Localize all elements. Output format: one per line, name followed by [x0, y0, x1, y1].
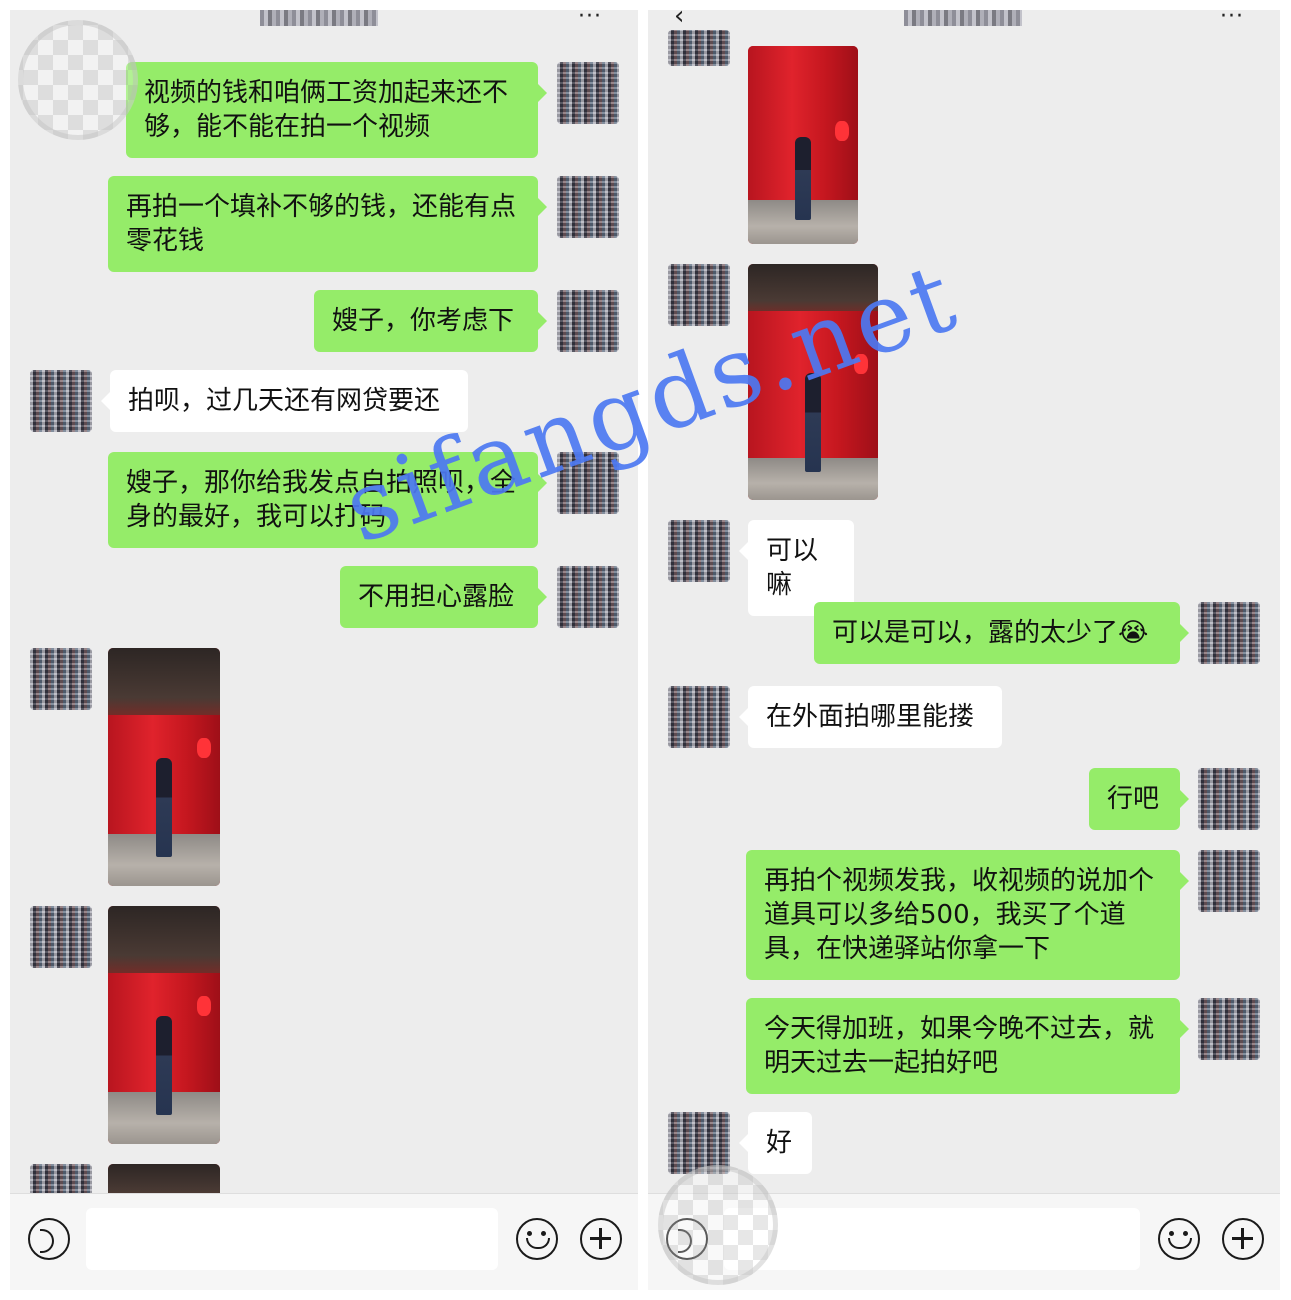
photo-lantern [197, 996, 212, 1017]
message-bubble-sent[interactable]: 不用担心露脸 [340, 566, 547, 628]
avatar[interactable] [557, 176, 619, 238]
avatar[interactable] [557, 452, 619, 514]
message-bubble-sent[interactable]: 再拍个视频发我，收视频的说加个道具可以多给500，我买了个道具，在快递驿站你拿一… [746, 850, 1189, 980]
emoji-icon[interactable] [1158, 1218, 1200, 1260]
avatar[interactable] [1198, 998, 1260, 1060]
avatar[interactable] [1198, 850, 1260, 912]
avatar[interactable] [557, 290, 619, 352]
avatar[interactable] [668, 30, 730, 66]
photo-person [156, 757, 172, 858]
photo-roof [108, 648, 220, 720]
message-bubble-sent[interactable]: 再拍一个填补不够的钱，还能有点零花钱 [108, 176, 547, 272]
message-bubble-received[interactable]: 拍呗，过几天还有网贷要还 [101, 370, 468, 432]
plus-icon[interactable] [580, 1218, 622, 1260]
more-icon[interactable]: ··· [578, 10, 602, 29]
avatar[interactable] [30, 648, 92, 710]
message-bubble-received[interactable]: 在外面拍哪里能搂 [739, 686, 1002, 748]
avatar[interactable] [30, 906, 92, 968]
message-composer [10, 1193, 638, 1290]
photo-roof [108, 906, 220, 978]
right-chat-screenshot: ‹ ··· 可以嘛 可以是可以，露的太少了😭 在外面拍哪里能搂 行吧 再拍个视频… [648, 10, 1280, 1290]
message-bubble-sent[interactable]: 行吧 [1089, 768, 1189, 830]
chat-header: ··· [10, 10, 638, 40]
photo-message[interactable] [748, 264, 878, 500]
voice-icon[interactable] [28, 1218, 70, 1260]
photo-person [795, 137, 811, 221]
emoji-icon[interactable] [516, 1218, 558, 1260]
avatar[interactable] [557, 566, 619, 628]
message-bubble-sent[interactable]: 可以是可以，露的太少了😭 [814, 602, 1189, 664]
photo-person [805, 372, 821, 472]
contact-name-pixelated [260, 10, 378, 26]
avatar[interactable] [668, 264, 730, 326]
photo-lantern [197, 738, 212, 759]
photo-lantern [853, 353, 868, 374]
message-bubble-sent[interactable]: 今天得加班，如果今晚不过去，就明天过去一起拍好吧 [746, 998, 1189, 1094]
photo-message[interactable] [108, 906, 220, 1144]
photo-roof [748, 264, 878, 316]
more-icon[interactable]: ··· [1220, 10, 1244, 29]
back-icon[interactable]: ‹ [674, 10, 684, 31]
voice-icon[interactable] [666, 1218, 708, 1260]
avatar[interactable] [668, 1112, 730, 1174]
avatar[interactable] [1198, 602, 1260, 664]
photo-lantern [835, 121, 850, 142]
avatar[interactable] [668, 686, 730, 748]
message-input[interactable] [86, 1208, 498, 1270]
photo-person [156, 1015, 172, 1116]
message-bubble-sent[interactable]: 视频的钱和咱俩工资加起来还不够，能不能在拍一个视频 [126, 62, 547, 158]
photo-message[interactable] [748, 46, 858, 244]
chat-header: ‹ ··· [648, 10, 1280, 40]
plus-icon[interactable] [1222, 1218, 1264, 1260]
avatar[interactable] [557, 62, 619, 124]
message-bubble-received[interactable]: 好 [739, 1112, 812, 1174]
message-bubble-sent[interactable]: 嫂子，那你给我发点自拍照呗，全身的最好，我可以打码 [108, 452, 547, 548]
avatar[interactable] [30, 370, 92, 432]
avatar[interactable] [1198, 768, 1260, 830]
left-chat-screenshot: ··· 视频的钱和咱俩工资加起来还不够，能不能在拍一个视频 再拍一个填补不够的钱… [10, 10, 638, 1290]
message-bubble-sent[interactable]: 嫂子，你考虑下 [314, 290, 547, 352]
avatar[interactable] [668, 520, 730, 582]
message-input[interactable] [724, 1208, 1140, 1270]
photo-message[interactable] [108, 648, 220, 886]
contact-name-pixelated [904, 10, 1022, 26]
message-composer [648, 1193, 1280, 1290]
